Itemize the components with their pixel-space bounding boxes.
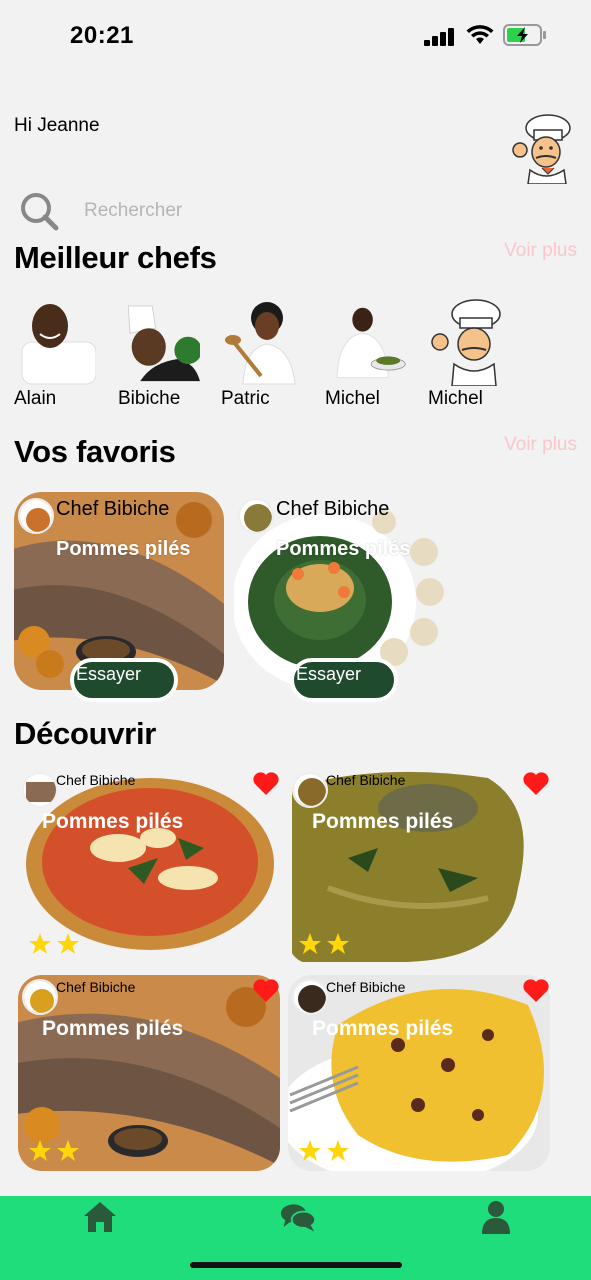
try-button[interactable]: Essayer — [290, 658, 398, 702]
favorites-see-more-link[interactable]: Voir plus — [504, 434, 577, 456]
chef-thumbnail — [22, 772, 58, 808]
chefs-list: Alain Bibiche Patric Michel Michel — [0, 296, 591, 416]
status-bar: 20:21 — [0, 0, 591, 70]
rating-stars — [298, 1139, 358, 1163]
favorite-card[interactable]: Chef Bibiche Pommes pilés Essayer — [14, 492, 224, 702]
search-icon[interactable] — [18, 190, 60, 232]
card-chef-name: Chef Bibiche — [326, 979, 406, 995]
home-icon[interactable] — [82, 1200, 118, 1234]
chef-name: Alain — [14, 388, 57, 409]
chef-thumbnail — [22, 979, 58, 1015]
chef-name: Patric — [221, 388, 270, 409]
discover-card[interactable]: Chef Bibiche Pommes pilés — [288, 768, 550, 964]
star-icon — [29, 933, 51, 954]
star-icon — [327, 1140, 349, 1161]
rating-stars — [298, 932, 358, 956]
star-icon — [327, 933, 349, 954]
best-chefs-title: Meilleur chefs — [14, 240, 217, 275]
rating-stars — [28, 932, 88, 956]
card-dish-name: Pommes pilés — [56, 538, 191, 560]
card-chef-name: Chef Bibiche — [326, 772, 406, 788]
chef-item[interactable]: Patric — [221, 296, 321, 411]
discover-card[interactable]: Chef Bibiche Pommes pilés — [18, 975, 280, 1171]
card-chef-name: Chef Bibiche — [56, 498, 170, 520]
favorite-heart-icon[interactable] — [522, 770, 550, 796]
favorites-title: Vos favoris — [14, 434, 176, 469]
chef-thumbnail — [292, 979, 328, 1015]
chef-photo — [21, 304, 96, 385]
chef-photo — [225, 302, 296, 385]
card-chef-name: Chef Bibiche — [276, 498, 390, 520]
greeting-text: Hi Jeanne — [14, 115, 100, 136]
favorite-heart-icon[interactable] — [522, 977, 550, 1003]
star-icon — [29, 1140, 51, 1161]
battery-icon — [503, 24, 546, 46]
chef-item[interactable]: Bibiche — [118, 296, 218, 411]
star-icon — [299, 1140, 321, 1161]
profile-icon[interactable] — [478, 1200, 514, 1234]
chef-thumbnail — [292, 772, 328, 808]
card-chef-name: Chef Bibiche — [56, 979, 136, 995]
card-dish-name: Pommes pilés — [42, 1017, 184, 1040]
home-indicator[interactable] — [190, 1262, 402, 1268]
chef-item[interactable]: Alain — [14, 296, 114, 411]
star-icon — [57, 933, 79, 954]
chat-icon[interactable] — [280, 1200, 316, 1234]
try-button[interactable]: Essayer — [70, 658, 178, 702]
favorite-card[interactable]: Chef Bibiche Pommes pilés Essayer — [234, 492, 444, 702]
favorite-heart-icon[interactable] — [252, 770, 280, 796]
chef-thumbnail — [18, 498, 54, 534]
star-icon — [299, 933, 321, 954]
card-dish-name: Pommes pilés — [312, 1017, 454, 1040]
chef-item[interactable]: Michel — [325, 296, 425, 411]
favorite-heart-icon[interactable] — [252, 977, 280, 1003]
chef-photo — [336, 307, 406, 379]
chef-photo — [431, 299, 501, 386]
chef-item[interactable]: Michel — [428, 296, 528, 411]
card-dish-name: Pommes pilés — [42, 810, 184, 833]
discover-card[interactable]: Chef Bibiche Pommes pilés — [18, 768, 280, 964]
chef-name: Bibiche — [118, 388, 181, 409]
discover-card[interactable]: Chef Bibiche Pommes pilés — [288, 975, 550, 1171]
chef-thumbnail — [238, 498, 274, 534]
chef-name: Michel — [428, 388, 483, 409]
search-input[interactable] — [84, 198, 304, 224]
star-icon — [57, 1140, 79, 1161]
chef-mascot-avatar[interactable] — [508, 112, 576, 184]
card-dish-name: Pommes pilés — [312, 810, 454, 833]
signal-icon — [424, 28, 456, 46]
wifi-icon — [466, 25, 494, 44]
card-chef-name: Chef Bibiche — [56, 772, 136, 788]
rating-stars — [28, 1139, 88, 1163]
status-time: 20:21 — [70, 22, 134, 49]
chef-name: Michel — [325, 388, 380, 409]
discover-title: Découvrir — [14, 716, 157, 751]
card-dish-name: Pommes pilés — [276, 538, 411, 560]
chef-photo — [127, 305, 200, 382]
search-bar[interactable] — [18, 190, 318, 234]
best-chefs-see-more-link[interactable]: Voir plus — [504, 240, 577, 262]
